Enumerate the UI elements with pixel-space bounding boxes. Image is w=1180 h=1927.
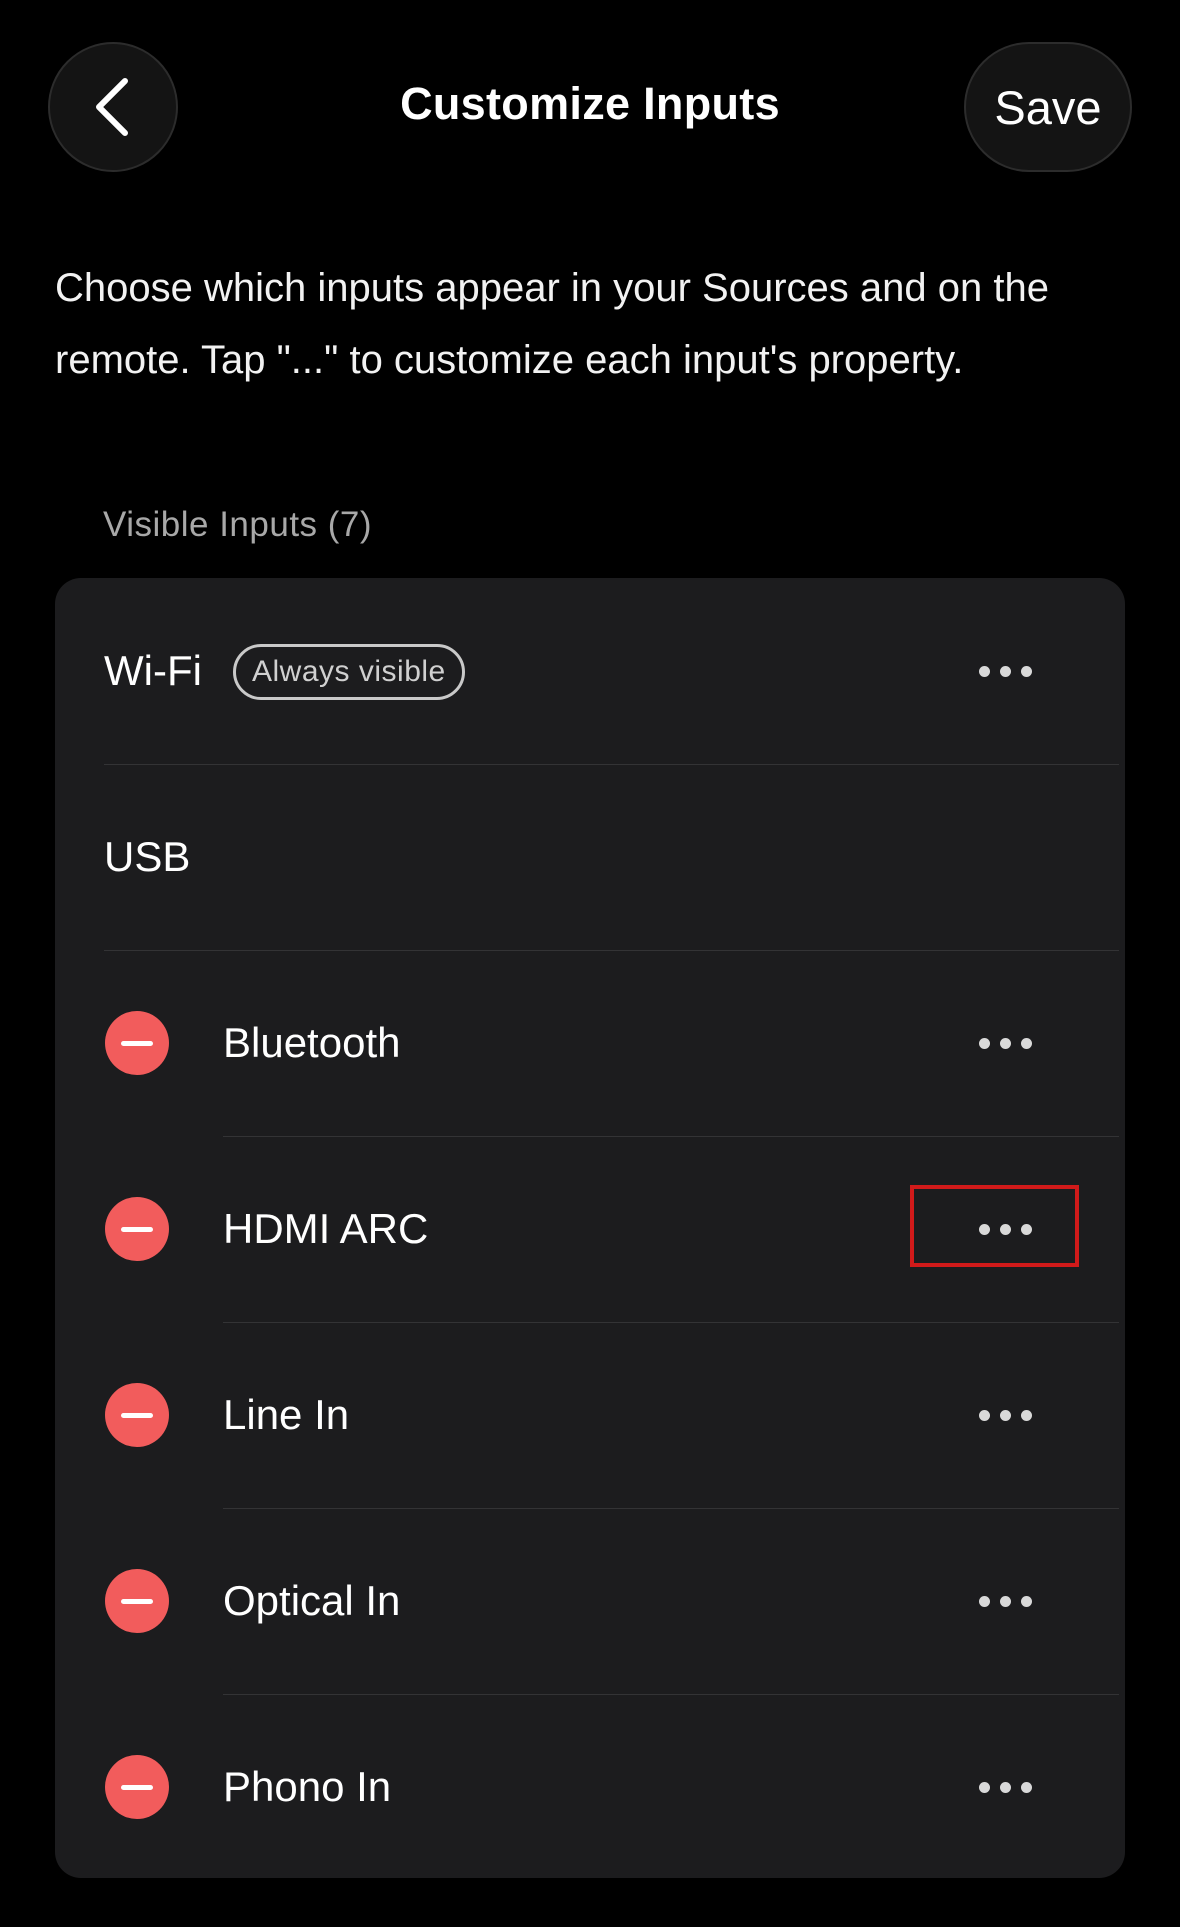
more-options-button-line-in[interactable] [955,1385,1055,1445]
input-label-hdmi-arc: HDMI ARC [223,1205,429,1252]
input-label-usb: USB [104,833,191,880]
minus-icon [121,1412,153,1418]
header: Customize Inputs Save [0,0,1180,215]
remove-button-line-in[interactable] [105,1383,169,1447]
more-dots-icon [978,665,1032,677]
input-row-hdmi-arc: HDMI ARC [55,1136,1125,1322]
input-label-phono-in: Phono In [223,1763,392,1810]
more-dots-icon [978,1223,1032,1235]
more-options-button-bluetooth[interactable] [955,1013,1055,1073]
minus-icon [121,1784,153,1790]
input-row-line-in: Line In [55,1322,1125,1508]
remove-button-phono-in[interactable] [105,1755,169,1819]
inputs-list: Wi-Fi Always visible USB Bluetooth HDMI … [55,578,1125,1878]
section-label: Visible Inputs (7) [103,505,373,544]
remove-button-bluetooth[interactable] [105,1011,169,1075]
input-row-wifi: Wi-Fi Always visible [55,578,1125,764]
save-button[interactable]: Save [964,42,1132,172]
remove-button-hdmi-arc[interactable] [105,1197,169,1261]
input-row-phono-in: Phono In [55,1694,1125,1880]
input-row-usb: USB [55,764,1125,950]
input-label-wifi: Wi-Fi [104,647,202,694]
more-dots-icon [978,1409,1032,1421]
always-visible-badge: Always visible [233,644,465,700]
input-row-bluetooth: Bluetooth [55,950,1125,1136]
more-options-button-optical-in[interactable] [955,1571,1055,1631]
minus-icon [121,1598,153,1604]
input-row-optical-in: Optical In [55,1508,1125,1694]
more-dots-icon [978,1781,1032,1793]
input-label-optical-in: Optical In [223,1577,401,1624]
more-dots-icon [978,1595,1032,1607]
more-options-button-phono-in[interactable] [955,1757,1055,1817]
input-label-line-in: Line In [223,1391,350,1438]
remove-button-optical-in[interactable] [105,1569,169,1633]
more-dots-icon [978,1037,1032,1049]
minus-icon [121,1040,153,1046]
minus-icon [121,1226,153,1232]
more-options-button-wifi[interactable] [955,641,1055,701]
input-label-bluetooth: Bluetooth [223,1019,401,1066]
more-options-button-hdmi-arc[interactable] [955,1199,1055,1259]
description-text: Choose which inputs appear in your Sourc… [55,266,1049,382]
